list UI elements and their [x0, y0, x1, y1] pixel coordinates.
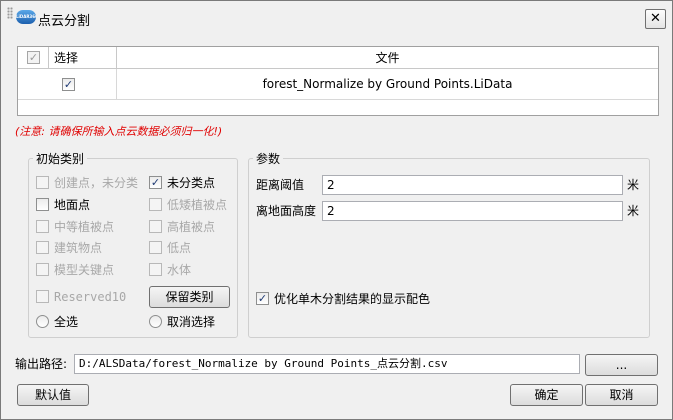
- params-group: 参数 距离阈值 2 米 离地面高度 2 米 ✓ 优化单木分割结果的显示配色: [248, 150, 650, 338]
- initial-classes-group: 初始类别 创建点，未分类 ✓ 未分类点 地面点 低矮植被点 中等植被点 高植被点: [28, 150, 238, 338]
- browse-button[interactable]: ...: [585, 354, 658, 376]
- class-checkbox[interactable]: [36, 220, 49, 233]
- params-title: 参数: [253, 150, 284, 167]
- class-label: 中等植被点: [54, 220, 115, 234]
- file-name-cell: forest_Normalize by Ground Points.LiData: [262, 77, 513, 91]
- title-bar[interactable]: LiDAR360 点云分割 ✕: [1, 1, 672, 33]
- height-above-ground-label: 离地面高度: [256, 204, 317, 218]
- deselect-radio[interactable]: [149, 315, 162, 328]
- class-label: 低点: [167, 241, 192, 255]
- output-path-label: 输出路径:: [15, 357, 68, 371]
- distance-threshold-label: 距离阈值: [256, 178, 305, 192]
- class-label: 未分类点: [167, 176, 216, 190]
- deselect-label: 取消选择: [167, 315, 216, 329]
- class-label: Reserved10: [54, 290, 127, 304]
- class-label: 模型关键点: [54, 263, 115, 277]
- default-values-button[interactable]: 默认值: [17, 384, 89, 406]
- class-checkbox[interactable]: [36, 290, 49, 303]
- initial-classes-title: 初始类别: [33, 150, 88, 167]
- class-label: 低矮植被点: [167, 198, 228, 212]
- class-label: 水体: [167, 263, 192, 277]
- class-checkbox[interactable]: [149, 263, 162, 276]
- output-path-input[interactable]: D:/ALSData/forest_Normalize by Ground Po…: [74, 354, 580, 374]
- ok-button[interactable]: 确定: [510, 384, 583, 406]
- class-checkbox[interactable]: [36, 241, 49, 254]
- keep-classes-button[interactable]: 保留类别: [149, 286, 230, 308]
- table-row[interactable]: ✓ forest_Normalize by Ground Points.LiDa…: [18, 69, 658, 100]
- point-cloud-segmentation-dialog: LiDAR360 点云分割 ✕ ✓ 选择 文件 ✓ forest_Normali…: [0, 0, 673, 420]
- optimize-color-label: 优化单木分割结果的显示配色: [274, 292, 431, 306]
- distance-threshold-input[interactable]: 2: [322, 175, 623, 195]
- class-checkbox[interactable]: [149, 198, 162, 211]
- column-header-file: 文件: [375, 51, 400, 65]
- class-label: 建筑物点: [54, 241, 103, 255]
- distance-threshold-unit: 米: [627, 178, 640, 192]
- class-checkbox[interactable]: ✓: [149, 176, 162, 189]
- normalization-warning: (注意: 请确保所输入点云数据必须归一化!): [15, 125, 223, 138]
- optimize-color-checkbox[interactable]: ✓: [256, 292, 269, 305]
- select-all-files-checkbox[interactable]: ✓: [27, 51, 40, 64]
- class-checkbox[interactable]: [36, 176, 49, 189]
- app-logo-icon: LiDAR360: [16, 10, 36, 24]
- class-label: 地面点: [54, 198, 91, 212]
- select-all-radio[interactable]: [36, 315, 49, 328]
- column-header-select: 选择: [49, 47, 117, 69]
- class-checkbox[interactable]: [149, 241, 162, 254]
- row-check-cell: ✓: [18, 69, 117, 100]
- table-header: ✓ 选择 文件: [18, 47, 658, 69]
- height-above-ground-unit: 米: [627, 204, 640, 218]
- class-label: 创建点，未分类: [54, 176, 139, 190]
- grip-icon: [7, 7, 13, 19]
- window-title: 点云分割: [38, 14, 91, 29]
- height-above-ground-input[interactable]: 2: [322, 201, 623, 221]
- class-label: 高植被点: [167, 220, 216, 234]
- cancel-button[interactable]: 取消: [585, 384, 658, 406]
- file-select-checkbox[interactable]: ✓: [62, 78, 75, 91]
- select-all-label: 全选: [54, 315, 79, 329]
- file-table: ✓ 选择 文件 ✓ forest_Normalize by Ground Poi…: [17, 46, 659, 116]
- class-checkbox[interactable]: [36, 198, 49, 211]
- class-checkbox[interactable]: [149, 220, 162, 233]
- class-checkbox[interactable]: [36, 263, 49, 276]
- header-check-cell: ✓: [18, 47, 49, 69]
- close-button[interactable]: ✕: [645, 9, 666, 29]
